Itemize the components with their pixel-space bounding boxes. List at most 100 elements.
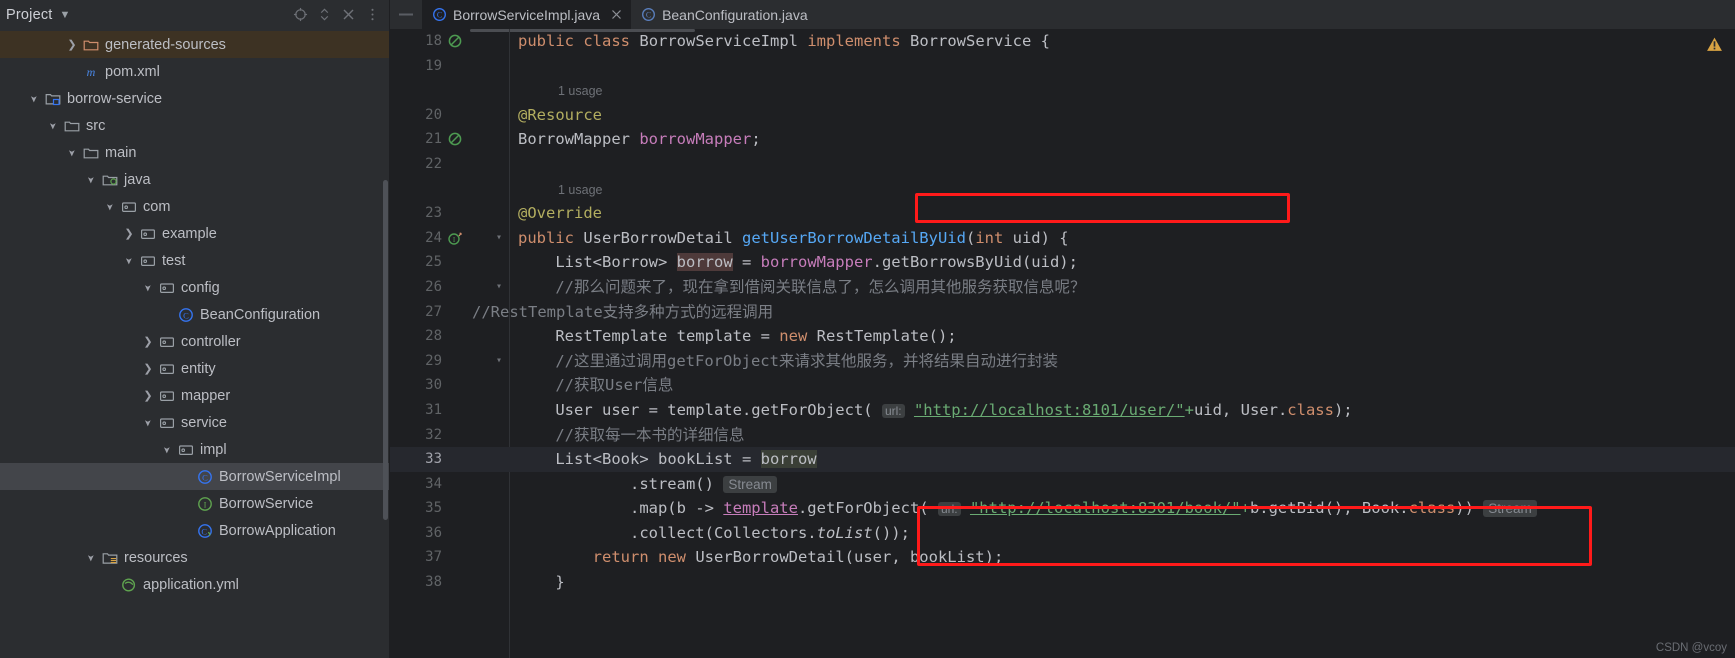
tab-list-collapse-icon[interactable] [390, 0, 422, 29]
tree-item-borrowservice[interactable]: ❯IBorrowService [0, 490, 389, 517]
chevron-down-icon[interactable]: ➤ [141, 281, 155, 295]
code-line-27[interactable]: 27 //RestTemplate支持多种方式的远程调用 [390, 300, 1735, 325]
code-line-35[interactable]: 35 .map(b -> template.getForObject( url:… [390, 496, 1735, 521]
tree-item-pom-xml[interactable]: ❯mpom.xml [0, 58, 389, 85]
tree-item-label: src [86, 117, 106, 134]
tab-label: BeanConfiguration.java [662, 6, 808, 23]
no-override-icon[interactable] [447, 33, 463, 49]
tree-item-impl[interactable]: ➤ impl [0, 436, 389, 463]
project-tree[interactable]: ❯ generated-sources ❯ m pom.xml ➤ borrow-servi… [0, 29, 389, 658]
svg-text:m: m [86, 65, 95, 79]
folder-icon [63, 117, 80, 134]
locate-icon[interactable] [289, 4, 311, 26]
chevron-down-icon[interactable]: ➤ [46, 119, 60, 133]
code-line-22[interactable]: 22 [390, 152, 1735, 177]
code-line-28[interactable]: 28 RestTemplate template = new RestTempl… [390, 324, 1735, 349]
warning-icon[interactable] [1706, 36, 1723, 57]
line-number: 25 [425, 254, 442, 271]
code-line-23[interactable]: 23 @Override [390, 201, 1735, 226]
tree-item-java[interactable]: ➤ java [0, 166, 389, 193]
tree-item-label: test [162, 252, 186, 269]
tree-item-test[interactable]: ➤ test [0, 247, 389, 274]
code-inlay-usage-row[interactable]: 1 usage [390, 78, 1735, 103]
chevron-down-icon[interactable]: ➤ [84, 173, 98, 187]
tree-item-config[interactable]: ➤ config [0, 274, 389, 301]
tree-item-resources[interactable]: ➤ resources [0, 544, 389, 571]
code-inlay-usage-row[interactable]: 1 usage [390, 177, 1735, 202]
code-line-29[interactable]: 29 ▾ //这里通过调用getForObject来请求其他服务，并将结果自动进行… [390, 349, 1735, 374]
chevron-down-icon[interactable]: ➤ [27, 92, 41, 106]
chevron-down-icon[interactable]: ➤ [160, 443, 174, 457]
chevron-down-icon[interactable]: ➤ [141, 416, 155, 430]
tab-BorrowServiceImpl[interactable]: C BorrowServiceImpl.java [422, 0, 632, 29]
chevron-right-icon[interactable]: ❯ [141, 389, 155, 403]
code-line-25[interactable]: 25 List<Borrow> borrow = borrowMapper.ge… [390, 250, 1735, 275]
chevron-down-icon[interactable]: ▼ [60, 10, 71, 21]
tree-item-service[interactable]: ➤ service [0, 409, 389, 436]
tree-item-entity[interactable]: ❯ entity [0, 355, 389, 382]
tree-item-label: resources [124, 549, 188, 566]
close-icon[interactable] [337, 4, 359, 26]
line-number: 18 [425, 33, 442, 49]
chevron-right-icon[interactable]: ❯ [122, 227, 136, 241]
package-icon [158, 360, 175, 377]
code-text: List<Borrow> borrow = borrowMapper.getBo… [555, 253, 1078, 272]
expand-collapse-icon[interactable] [313, 4, 335, 26]
tree-item-beanconfiguration[interactable]: ❯CBeanConfiguration [0, 301, 389, 328]
tree-item-borrowapplication[interactable]: ❯CBorrowApplication [0, 517, 389, 544]
code-text: //那么问题来了，现在拿到借阅关联信息了，怎么调用其他服务获取信息呢？ [555, 277, 1086, 296]
chevron-down-icon[interactable]: ➤ [65, 146, 79, 160]
chevron-down-icon[interactable]: ➤ [84, 551, 98, 565]
fold-arrow-icon[interactable]: ▾ [493, 226, 505, 251]
no-override-icon[interactable] [447, 131, 463, 147]
code-line-30[interactable]: 30 //获取User信息 [390, 373, 1735, 398]
code-line-24[interactable]: 24 I ▾ public UserBorrowDetail getUserBorro… [390, 226, 1735, 251]
chevron-down-icon[interactable]: ➤ [122, 254, 136, 268]
tab-BeanConfiguration[interactable]: C BeanConfiguration.java [631, 0, 816, 29]
java-class-icon: C [641, 7, 656, 22]
tab-close-icon[interactable] [610, 8, 623, 21]
implements-icon[interactable]: I [447, 230, 463, 246]
tree-item-main[interactable]: ➤ main [0, 139, 389, 166]
chevron-right-icon[interactable]: ❯ [141, 335, 155, 349]
more-options-icon[interactable] [361, 4, 383, 26]
svg-text:C: C [202, 472, 208, 482]
code-line-21[interactable]: 21 BorrowMapper borrowMapper; [390, 127, 1735, 152]
code-text: .collect(Collectors.toList()); [518, 523, 910, 542]
tree-item-example[interactable]: ❯ example [0, 220, 389, 247]
code-line-19[interactable]: 19 [390, 54, 1735, 79]
code-line-37[interactable]: 37 return new UserBorrowDetail(user, boo… [390, 545, 1735, 570]
code-editor[interactable]: 18 public class BorrowServiceImpl impleme… [390, 29, 1735, 658]
svg-text:C: C [646, 11, 651, 20]
fold-arrow-icon[interactable]: ▾ [493, 349, 505, 374]
code-line-34[interactable]: 34 .stream() Stream [390, 472, 1735, 497]
chevron-right-icon[interactable]: ❯ [65, 38, 79, 52]
tree-item-generated-sources[interactable]: ❯ generated-sources [0, 31, 389, 58]
code-text: .stream() Stream [518, 472, 777, 498]
fold-arrow-icon[interactable]: ▾ [493, 275, 505, 300]
code-line-32[interactable]: 32 //获取每一本书的详细信息 [390, 423, 1735, 448]
project-tree-scrollbar[interactable] [383, 180, 388, 520]
chevron-down-icon[interactable]: ➤ [103, 200, 117, 214]
code-line-20[interactable]: 20 @Resource [390, 103, 1735, 128]
code-line-31[interactable]: 31 User user = template.getForObject( ur… [390, 398, 1735, 423]
code-line-18[interactable]: 18 public class BorrowServiceImpl impleme… [390, 29, 1735, 54]
package-icon [158, 414, 175, 431]
usage-hint[interactable]: 1 usage [558, 183, 602, 197]
code-line-38[interactable]: 38 } [390, 570, 1735, 595]
tree-item-controller[interactable]: ❯ controller [0, 328, 389, 355]
usage-hint[interactable]: 1 usage [558, 84, 602, 98]
tree-item-borrow-service[interactable]: ➤ borrow-service [0, 85, 389, 112]
tree-item-borrowserviceimpl[interactable]: ❯CBorrowServiceImpl [0, 463, 389, 490]
code-line-36[interactable]: 36 .collect(Collectors.toList()); [390, 521, 1735, 546]
tree-item-label: example [162, 225, 217, 242]
line-number: 36 [425, 524, 442, 541]
tree-item-application-yml[interactable]: ❯application.yml [0, 571, 389, 598]
tree-item-com[interactable]: ➤ com [0, 193, 389, 220]
svg-text:I: I [203, 499, 206, 509]
chevron-right-icon[interactable]: ❯ [141, 362, 155, 376]
code-line-26[interactable]: 26 ▾ //那么问题来了，现在拿到借阅关联信息了，怎么调用其他服务获取信息呢？ [390, 275, 1735, 300]
tree-item-src[interactable]: ➤ src [0, 112, 389, 139]
code-line-33[interactable]: 33 List<Book> bookList = borrow [390, 447, 1735, 472]
tree-item-mapper[interactable]: ❯ mapper [0, 382, 389, 409]
